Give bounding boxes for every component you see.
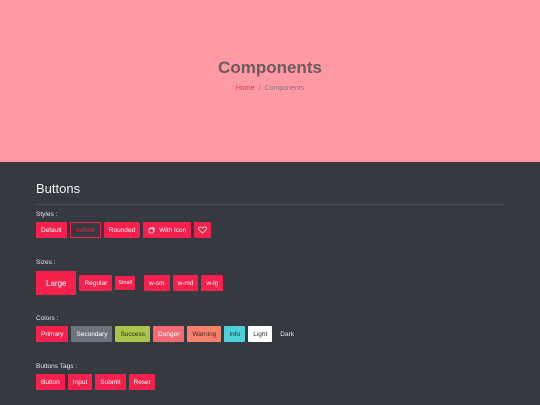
breadcrumb-separator: /: [258, 85, 261, 92]
input-tag-button[interactable]: Input: [67, 374, 93, 390]
section-divider: [36, 204, 504, 205]
light-button[interactable]: Light: [248, 326, 273, 342]
heart-icon: [198, 226, 207, 234]
rounded-button[interactable]: Rounded: [103, 222, 141, 238]
styles-row: Default outline Rounded With Icon: [36, 222, 214, 238]
outline-button[interactable]: outline: [69, 222, 101, 238]
small-button[interactable]: Small: [115, 276, 135, 290]
heart-button[interactable]: [194, 222, 212, 238]
with-icon-button[interactable]: With Icon: [143, 222, 192, 238]
breadcrumb: Home / Components: [0, 85, 540, 92]
styles-label: Styles :: [36, 211, 58, 218]
w-md-button[interactable]: w-md: [172, 275, 199, 291]
with-icon-label: With Icon: [159, 226, 187, 234]
warning-button[interactable]: Warning: [187, 326, 222, 342]
colors-label: Colors :: [36, 315, 59, 322]
success-button[interactable]: Success: [115, 326, 151, 342]
colors-row: Primary Secondary Success Danger Warning…: [36, 326, 302, 342]
sizes-label: Sizes :: [36, 259, 56, 266]
button-tag-button[interactable]: Button: [36, 374, 65, 390]
info-button[interactable]: Info: [224, 326, 246, 342]
danger-button[interactable]: Danger: [153, 326, 185, 342]
page-title: Components: [218, 58, 322, 77]
default-button[interactable]: Default: [36, 222, 67, 238]
breadcrumb-current: Components: [264, 85, 305, 92]
tags-label: Buttons Tags :: [36, 363, 78, 370]
tags-row: Button Input Submit Reset: [36, 374, 158, 390]
secondary-button[interactable]: Secondary: [71, 326, 113, 342]
section-title: Buttons: [36, 181, 81, 196]
large-button[interactable]: Large: [36, 271, 77, 295]
breadcrumb-home-link[interactable]: Home: [236, 85, 255, 92]
dark-button[interactable]: Dark: [275, 326, 299, 342]
primary-button[interactable]: Primary: [36, 326, 69, 342]
page-hero: Components Home / Components: [0, 0, 540, 162]
regular-button[interactable]: Regular: [79, 275, 113, 291]
w-lg-button[interactable]: w-lg: [201, 275, 224, 291]
w-sm-button[interactable]: w-sm: [144, 275, 170, 291]
sizes-row: Large Regular Small w-sm w-md w-lg: [36, 271, 226, 295]
reset-tag-button[interactable]: Reset: [128, 374, 156, 390]
box-icon: [148, 226, 155, 234]
submit-tag-button[interactable]: Submit: [95, 374, 126, 390]
